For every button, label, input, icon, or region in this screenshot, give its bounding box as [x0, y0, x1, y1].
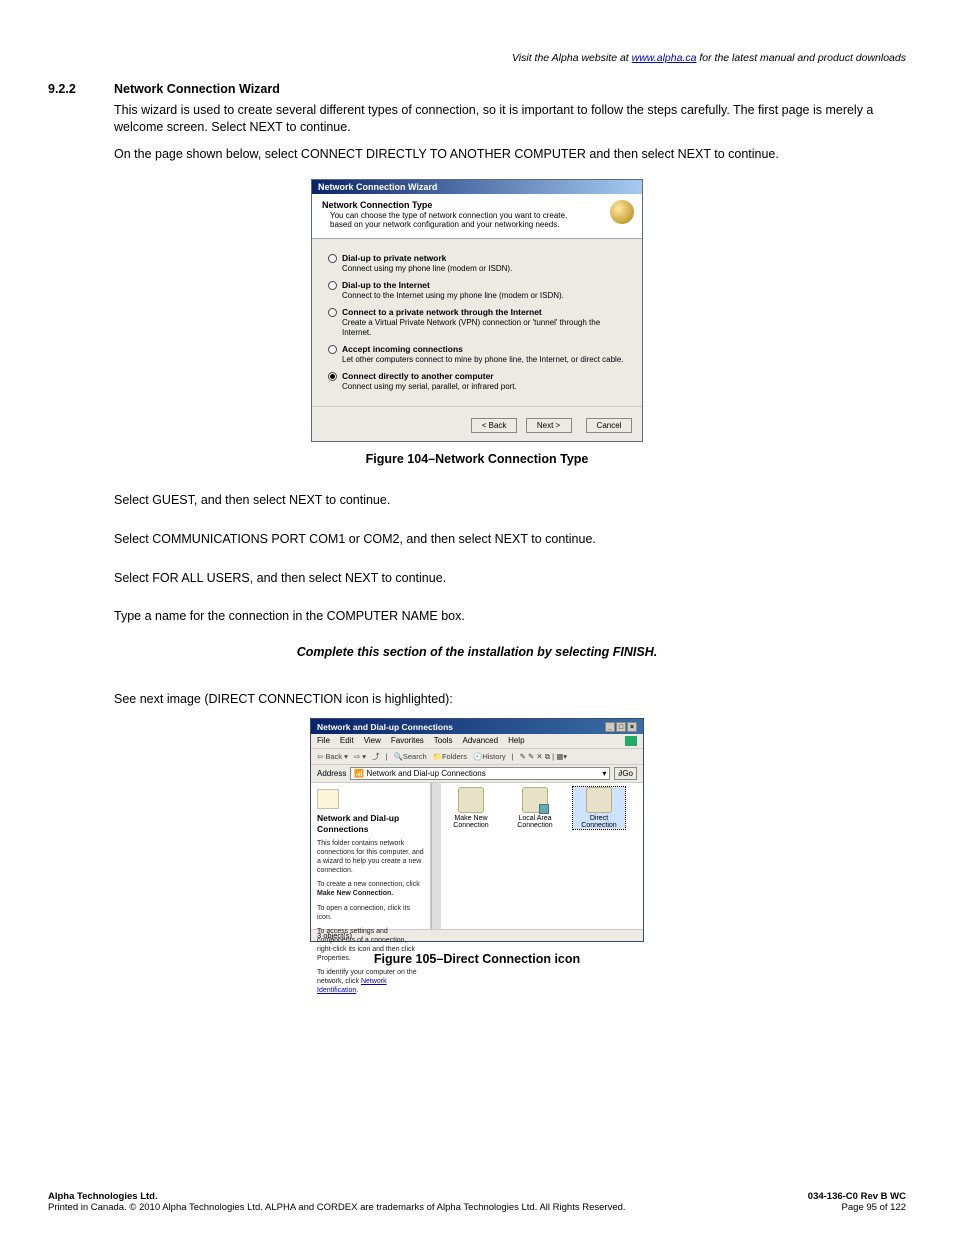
radio-icon[interactable]: [328, 372, 337, 381]
paragraph-2: On the page shown below, select CONNECT …: [114, 146, 906, 163]
wizard-titlebar: Network Connection Wizard: [312, 180, 642, 194]
left-panel-p4: To access settings and components of a c…: [317, 928, 424, 963]
menu-item[interactable]: Tools: [434, 736, 453, 746]
wizard-option[interactable]: Accept incoming connectionsLet other com…: [328, 344, 626, 365]
minimize-icon[interactable]: _: [605, 722, 615, 732]
page-footer: Alpha Technologies Ltd. Printed in Canad…: [48, 1191, 906, 1213]
connection-icon: [586, 787, 612, 813]
paragraph-1: This wizard is used to create several di…: [114, 102, 906, 136]
toolbar-search-button[interactable]: 🔍Search: [394, 752, 427, 761]
wizard-option-text: Dial-up to the InternetConnect to the In…: [342, 280, 564, 301]
section-title: Network Connection Wizard: [114, 82, 280, 96]
connection-item[interactable]: Local Area Connection: [509, 787, 561, 829]
wizard-header-sub: You can choose the type of network conne…: [330, 211, 570, 230]
section-number: 9.2.2: [48, 82, 92, 96]
wizard-option-text: Dial-up to private networkConnect using …: [342, 253, 512, 274]
address-field[interactable]: 📶 Network and Dial-up Connections▾: [350, 767, 610, 780]
explorer-toolbar: ⇦ Back ▾ ⇨ ▾ ⤴ | 🔍Search 📁Folders 🕘Histo…: [311, 749, 643, 765]
wizard-option[interactable]: Dial-up to private networkConnect using …: [328, 253, 626, 274]
menu-item[interactable]: Favorites: [391, 736, 424, 746]
connection-label: Make New Connection: [445, 815, 497, 829]
header-link[interactable]: www.alpha.ca: [632, 52, 697, 64]
folder-icon: [317, 789, 339, 809]
left-panel-p2: To create a new connection, click Make N…: [317, 881, 424, 899]
connection-item[interactable]: Make New Connection: [445, 787, 497, 829]
explorer-left-panel: Network and Dial-up Connections This fol…: [311, 783, 431, 929]
menu-item[interactable]: View: [364, 736, 381, 746]
wizard-option[interactable]: Dial-up to the InternetConnect to the In…: [328, 280, 626, 301]
connection-label: Local Area Connection: [509, 815, 561, 829]
footer-pagenum: Page 95 of 122: [808, 1202, 906, 1213]
wizard-option[interactable]: Connect directly to another computerConn…: [328, 371, 626, 392]
menu-item[interactable]: Edit: [340, 736, 354, 746]
window-controls: _□×: [604, 721, 637, 732]
connection-icon: [522, 787, 548, 813]
wizard-buttons: < Back Next > Cancel: [312, 406, 642, 441]
wizard-icon: [610, 200, 634, 224]
left-panel-title: Network and Dial-up Connections: [317, 813, 424, 834]
address-label: Address: [317, 769, 346, 778]
finish-instruction: Complete this section of the installatio…: [48, 645, 906, 659]
toolbar-folders-button[interactable]: 📁Folders: [433, 752, 467, 761]
wizard-body: Dial-up to private networkConnect using …: [312, 239, 642, 406]
toolbar-misc-icons[interactable]: ✎ ✎ ✕ ⧉ | ▦▾: [520, 752, 567, 762]
explorer-content: Make New Connection Local Area Connection…: [441, 783, 643, 929]
chevron-down-icon[interactable]: ▾: [602, 769, 606, 778]
wizard-option-text: Connect directly to another computerConn…: [342, 371, 517, 392]
figure-105-caption: Figure 105–Direct Connection icon: [48, 952, 906, 966]
explorer-titlebar: Network and Dial-up Connections _□×: [311, 719, 643, 734]
explorer-addressbar: Address 📶 Network and Dial-up Connection…: [311, 765, 643, 783]
connection-icon: [458, 787, 484, 813]
menu-item[interactable]: Help: [508, 736, 524, 746]
wizard-next-button[interactable]: Next >: [526, 418, 572, 433]
left-panel-p3: To open a connection, click its icon.: [317, 905, 424, 923]
paragraph-6: Type a name for the connection in the CO…: [114, 608, 906, 625]
wizard-cancel-button[interactable]: Cancel: [586, 418, 632, 433]
radio-icon[interactable]: [328, 308, 337, 317]
toolbar-history-button[interactable]: 🕘History: [473, 752, 506, 761]
paragraph-3: Select GUEST, and then select NEXT to co…: [114, 492, 906, 509]
go-button[interactable]: ∂Go: [614, 767, 637, 780]
scrollbar[interactable]: [431, 783, 441, 929]
header-note: Visit the Alpha website at www.alpha.ca …: [48, 52, 906, 64]
connection-item[interactable]: Direct Connection: [573, 787, 625, 829]
wizard-option[interactable]: Connect to a private network through the…: [328, 307, 626, 338]
figure-104-caption: Figure 104–Network Connection Type: [48, 452, 906, 466]
paragraph-4: Select COMMUNICATIONS PORT COM1 or COM2,…: [114, 531, 906, 548]
radio-icon[interactable]: [328, 254, 337, 263]
menu-item[interactable]: Advanced: [462, 736, 498, 746]
radio-icon[interactable]: [328, 345, 337, 354]
connection-label: Direct Connection: [573, 815, 625, 829]
menu-item[interactable]: File: [317, 736, 330, 746]
explorer-window: Network and Dial-up Connections _□× File…: [310, 718, 644, 942]
header-note-prefix: Visit the Alpha website at: [512, 52, 632, 64]
wizard-option-text: Accept incoming connectionsLet other com…: [342, 344, 624, 365]
maximize-icon[interactable]: □: [616, 722, 626, 732]
explorer-menubar: File Edit View Favorites Tools Advanced Help: [311, 734, 643, 749]
footer-docnum: 034-136-C0 Rev B WC: [808, 1191, 906, 1202]
left-panel-p1: This folder contains network connections…: [317, 840, 424, 875]
wizard-header: Network Connection Type You can choose t…: [312, 194, 642, 239]
wizard-back-button[interactable]: < Back: [471, 418, 517, 433]
wizard-dialog: Network Connection Wizard Network Connec…: [311, 179, 643, 442]
wizard-option-text: Connect to a private network through the…: [342, 307, 626, 338]
wizard-header-title: Network Connection Type: [322, 200, 634, 210]
toolbar-forward-button[interactable]: ⇨ ▾: [354, 752, 366, 761]
radio-icon[interactable]: [328, 281, 337, 290]
paragraph-5: Select FOR ALL USERS, and then select NE…: [114, 570, 906, 587]
footer-copyright: Printed in Canada. © 2010 Alpha Technolo…: [48, 1202, 626, 1213]
left-panel-p5: To identify your computer on the network…: [317, 969, 424, 995]
header-note-suffix: for the latest manual and product downlo…: [696, 52, 906, 64]
toolbar-up-button[interactable]: ⤴: [372, 751, 380, 762]
windows-flag-icon: [625, 736, 637, 746]
explorer-title-text: Network and Dial-up Connections: [317, 722, 453, 732]
toolbar-back-button[interactable]: ⇦ Back ▾: [317, 752, 348, 761]
footer-company: Alpha Technologies Ltd.: [48, 1191, 626, 1202]
paragraph-7: See next image (DIRECT CONNECTION icon i…: [114, 691, 906, 708]
close-icon[interactable]: ×: [627, 722, 637, 732]
